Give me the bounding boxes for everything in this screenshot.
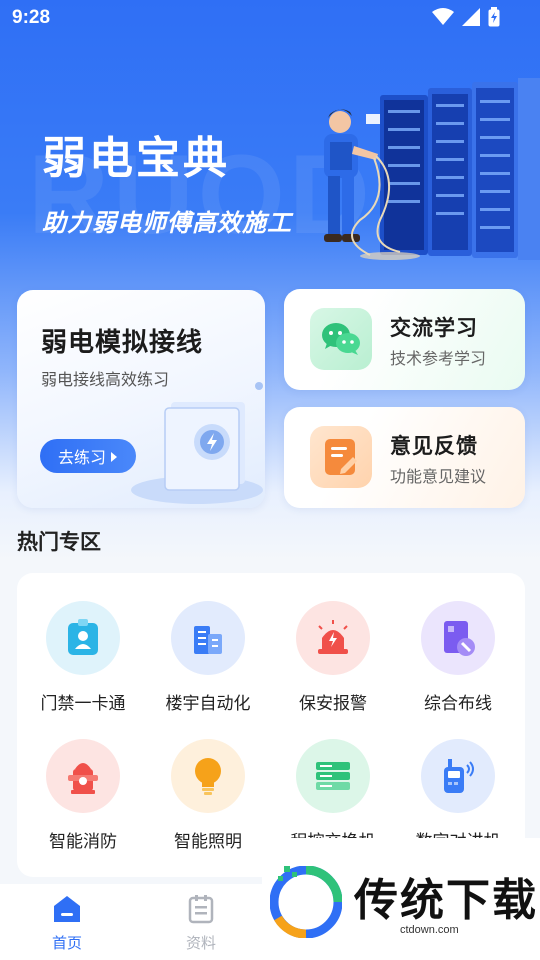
feedback-subtitle: 功能意见建议 bbox=[390, 467, 487, 486]
status-bar: 9:28 bbox=[0, 0, 540, 38]
hot-item-label: 保安报警 bbox=[299, 694, 367, 714]
exchange-learning-card[interactable]: 交流学习 技术参考学习 bbox=[284, 289, 525, 390]
hot-item-label: 楼宇自动化 bbox=[165, 694, 251, 714]
lightning-document-icon bbox=[127, 378, 265, 508]
exchange-learning-subtitle: 技术参考学习 bbox=[390, 349, 487, 368]
access-card-icon bbox=[46, 601, 120, 675]
status-icons bbox=[432, 7, 500, 32]
simulate-wiring-card[interactable]: 弱电模拟接线 弱电接线高效练习 去练习 bbox=[17, 290, 265, 508]
hot-item-access-control[interactable]: 门禁一卡通 bbox=[21, 601, 145, 714]
hot-section-title: 热门专区 bbox=[17, 530, 101, 554]
hot-item-label: 智能消防 bbox=[49, 832, 117, 852]
technician-server-illustration bbox=[280, 70, 540, 270]
hot-item-building-automation[interactable]: 楼宇自动化 bbox=[146, 601, 270, 714]
hot-item-label: 智能照明 bbox=[174, 832, 242, 852]
hot-item-security-alarm[interactable]: 保安报警 bbox=[271, 601, 395, 714]
wifi-icon bbox=[432, 8, 454, 31]
feedback-title: 意见反馈 bbox=[390, 434, 478, 458]
hot-grid: 门禁一卡通 楼宇自动化 保安报警 综合布线 智能消防 智能照明 程控交 bbox=[17, 573, 525, 877]
nav-docs[interactable]: 资料 bbox=[171, 894, 231, 953]
alarm-siren-icon bbox=[296, 601, 370, 675]
feedback-edit-icon bbox=[310, 426, 372, 488]
chevron-right-icon bbox=[110, 447, 118, 466]
hot-item-pbx[interactable]: 程控交换机 bbox=[271, 739, 395, 852]
app-title: 弱电宝典 bbox=[42, 133, 230, 184]
document-icon bbox=[171, 894, 231, 928]
nav-home[interactable]: 首页 bbox=[37, 894, 97, 953]
go-practice-button[interactable]: 去练习 bbox=[40, 439, 136, 473]
nav-docs-label: 资料 bbox=[185, 934, 216, 952]
hot-item-cabling[interactable]: 综合布线 bbox=[396, 601, 520, 714]
exchange-learning-title: 交流学习 bbox=[390, 316, 478, 340]
site-watermark-logo: 传统下载 ctdown.com bbox=[262, 838, 540, 960]
ctdown-logo-icon bbox=[269, 865, 343, 942]
building-icon bbox=[171, 601, 245, 675]
watermark-brand-text: 传统下载 bbox=[354, 875, 538, 926]
wechat-chat-icon bbox=[310, 308, 372, 370]
hot-item-digital-intercom[interactable]: 数字对讲机 bbox=[396, 739, 520, 852]
fire-hydrant-icon bbox=[46, 739, 120, 813]
go-practice-label: 去练习 bbox=[57, 448, 106, 467]
watermark-url-text: ctdown.com bbox=[400, 924, 459, 936]
app-subtitle: 助力弱电师傅高效施工 bbox=[42, 209, 292, 237]
hot-item-smart-lighting[interactable]: 智能照明 bbox=[146, 739, 270, 852]
server-switch-icon bbox=[296, 739, 370, 813]
status-time: 9:28 bbox=[12, 7, 51, 28]
walkie-talkie-icon bbox=[421, 739, 495, 813]
home-icon bbox=[37, 894, 97, 928]
hot-item-label: 门禁一卡通 bbox=[40, 694, 126, 714]
hot-item-label: 综合布线 bbox=[424, 694, 492, 714]
battery-icon bbox=[488, 7, 500, 32]
feedback-card[interactable]: 意见反馈 功能意见建议 bbox=[284, 407, 525, 508]
signal-icon bbox=[462, 8, 480, 31]
light-bulb-icon bbox=[171, 739, 245, 813]
nav-home-label: 首页 bbox=[51, 934, 82, 952]
simulate-wiring-title: 弱电模拟接线 bbox=[41, 328, 204, 358]
cabling-tool-icon bbox=[421, 601, 495, 675]
hot-item-fire-protection[interactable]: 智能消防 bbox=[21, 739, 145, 852]
